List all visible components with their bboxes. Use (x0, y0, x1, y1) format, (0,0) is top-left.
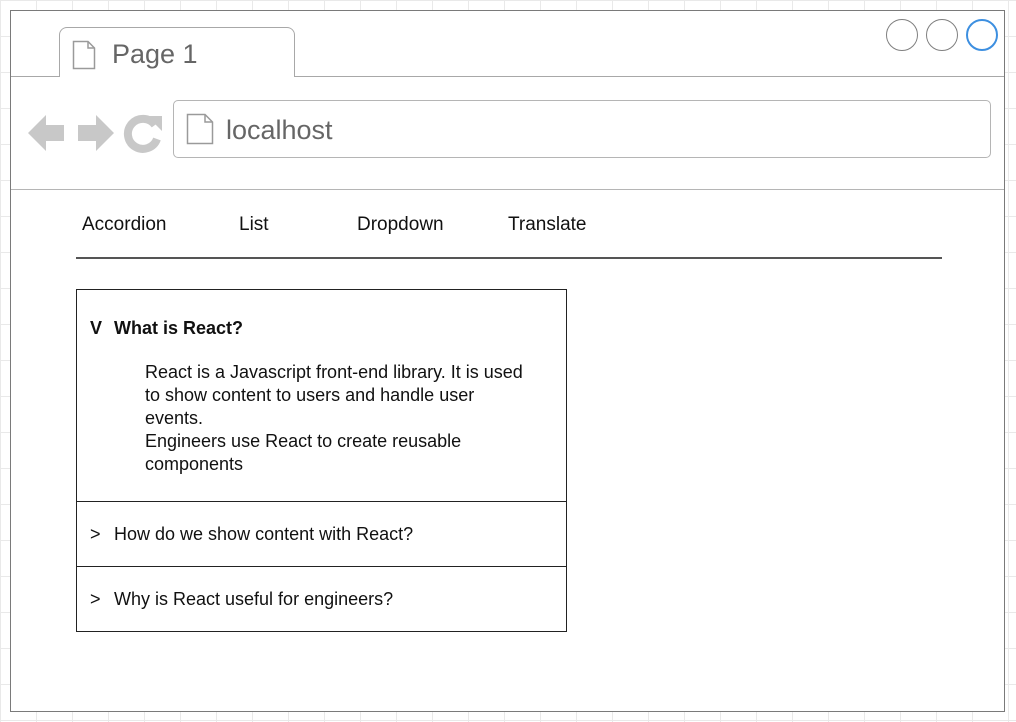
chevron-right-icon: > (90, 589, 101, 609)
content-line: React is a Javascript front-end library.… (145, 362, 523, 382)
accordion-item-content: React is a Javascript front-end library.… (145, 361, 561, 476)
forward-arrow-icon[interactable] (78, 115, 114, 151)
menu-item-list[interactable]: List (239, 214, 269, 236)
menu-item-dropdown[interactable]: Dropdown (357, 214, 444, 236)
accordion-item-header[interactable]: > Why is React useful for engineers? (90, 589, 393, 610)
accordion: V What is React? React is a Javascript fr… (76, 289, 567, 632)
window-circle-icon[interactable] (926, 19, 958, 51)
window-circle-icon[interactable] (886, 19, 918, 51)
accordion-item-title: How do we show content with React? (114, 524, 414, 544)
browser-window: Page 1 localhost Accordion List Dropdown… (10, 10, 1005, 712)
accordion-item-header[interactable]: > How do we show content with React? (90, 524, 413, 545)
tab-bar: Page 1 (11, 11, 1004, 77)
accordion-item: V What is React? React is a Javascript fr… (77, 290, 566, 502)
top-menu: Accordion List Dropdown Translate (76, 190, 942, 259)
accordion-item-header[interactable]: V What is React? (90, 318, 243, 339)
chevron-right-icon: > (90, 524, 101, 544)
url-text: localhost (226, 115, 333, 145)
tab-title: Page 1 (112, 39, 198, 69)
content-line: Engineers use React to create reusable (145, 431, 462, 451)
browser-tab[interactable]: Page 1 (59, 27, 295, 77)
reload-icon[interactable] (123, 114, 162, 153)
menu-item-accordion[interactable]: Accordion (82, 214, 167, 236)
document-icon (186, 113, 214, 150)
chevron-down-icon: V (90, 318, 103, 338)
content-line: components (145, 454, 244, 474)
menu-item-translate[interactable]: Translate (508, 214, 587, 236)
content-line: to show content to users and handle user (145, 385, 475, 405)
accordion-item-title: Why is React useful for engineers? (114, 589, 394, 609)
document-icon (72, 40, 96, 75)
accordion-item: > Why is React useful for engineers? (77, 567, 566, 630)
accordion-item: > How do we show content with React? (77, 502, 566, 567)
address-bar[interactable]: localhost (173, 100, 991, 158)
nav-buttons (26, 111, 166, 160)
navigation-bar: localhost (11, 77, 1004, 190)
back-arrow-icon[interactable] (28, 115, 64, 151)
window-circle-icon[interactable] (966, 19, 998, 51)
content-line: events. (145, 408, 204, 428)
accordion-item-title: What is React? (114, 318, 244, 338)
window-controls (886, 19, 998, 51)
